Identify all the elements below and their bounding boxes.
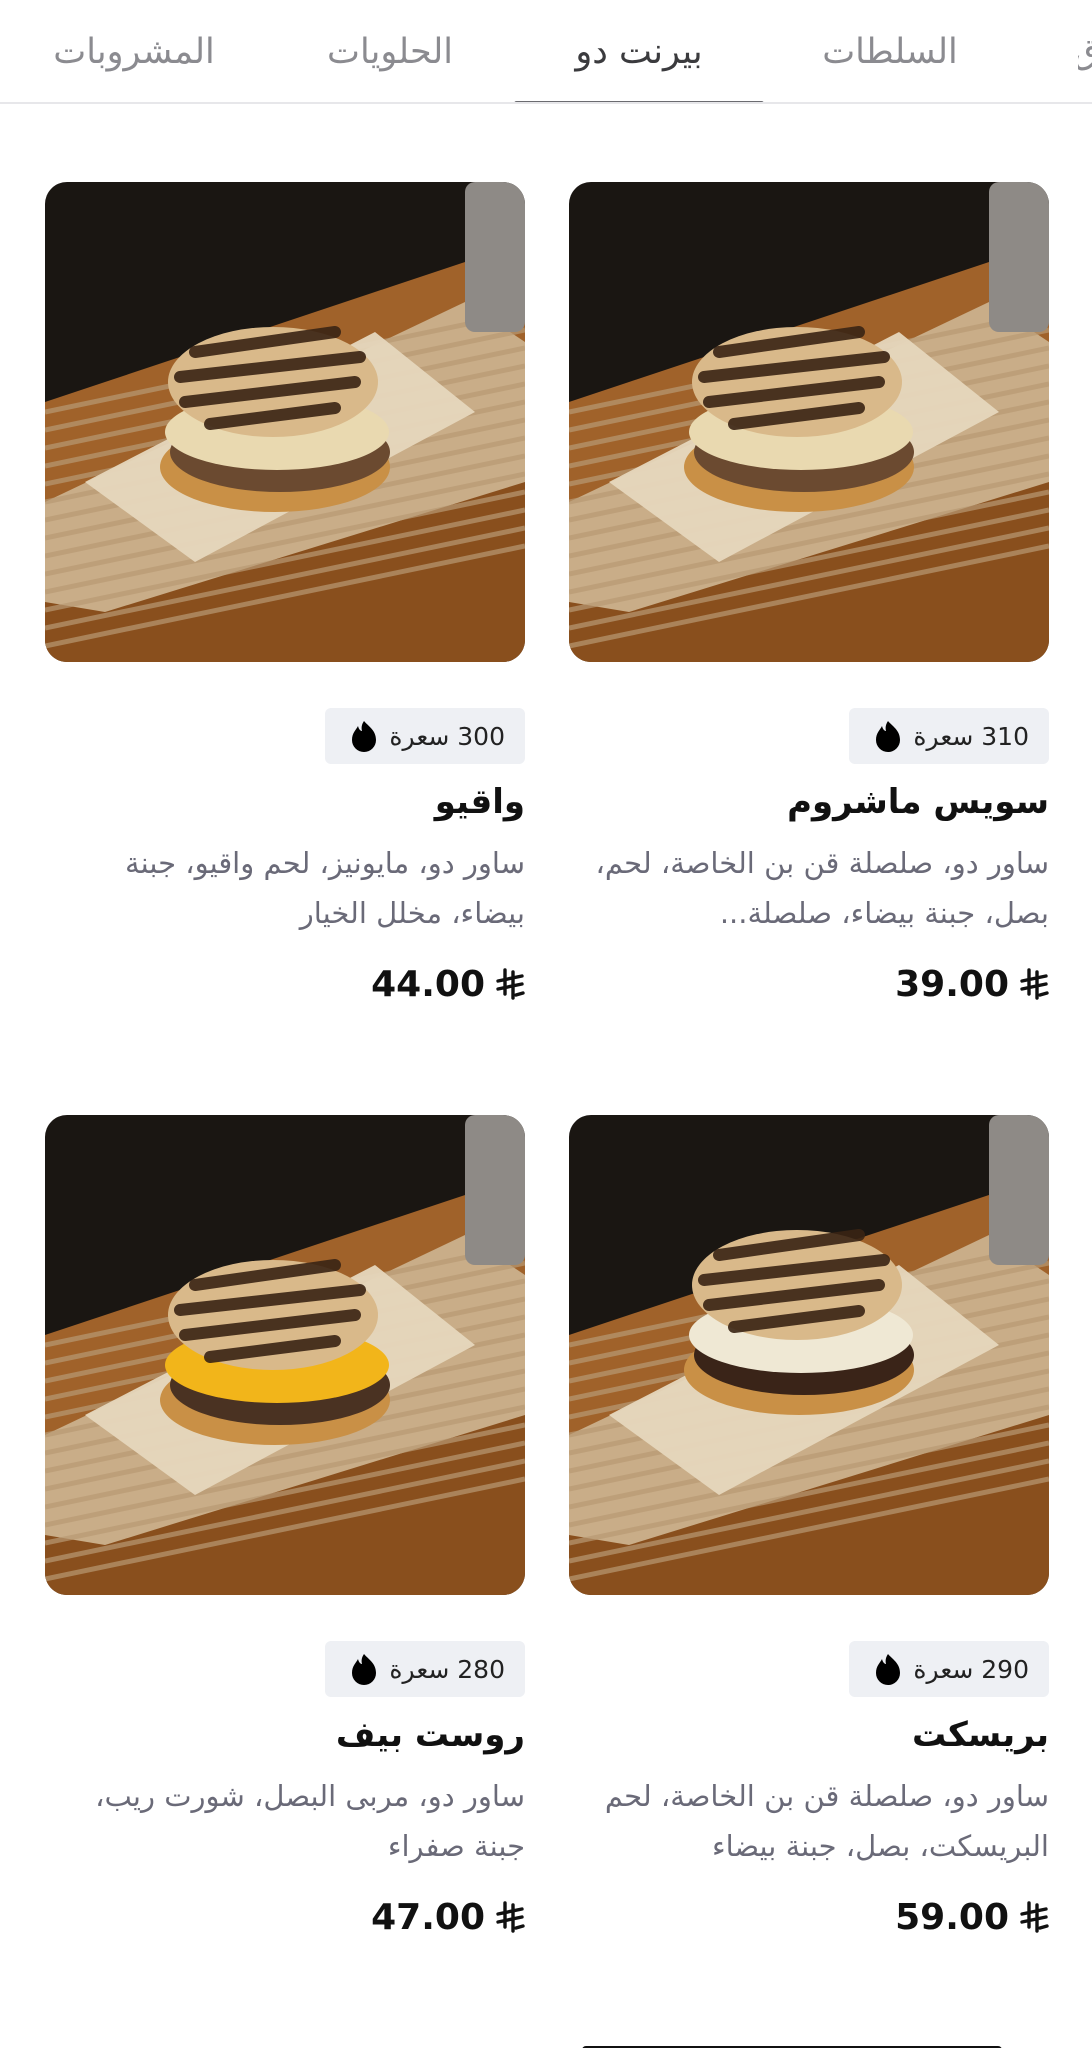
price-value: 59.00 bbox=[895, 1897, 1009, 1938]
price-value: 39.00 bbox=[895, 964, 1009, 1005]
menu-item-card[interactable]: 310 سعرة سويس ماشروم ساور دو، صلصلة قن ب… bbox=[569, 182, 1049, 1042]
item-name: سويس ماشروم bbox=[787, 782, 1049, 822]
category-tabs: ﻕ المشروبات الحلويات بيرنت دو السلطات bbox=[0, 0, 1092, 104]
item-description: ساور دو، مربى البصل، شورت ريب، جبنة صفرا… bbox=[95, 1779, 525, 1863]
item-photo[interactable] bbox=[45, 182, 525, 662]
calories-text: 310 سعرة bbox=[913, 721, 1029, 751]
item-description: ساور دو، مايونيز، لحم واقيو، جبنة بيضاء،… bbox=[125, 846, 525, 930]
item-photo[interactable] bbox=[569, 1115, 1049, 1595]
calories-badge: 280 سعرة bbox=[325, 1641, 525, 1697]
tab-partial-offscreen[interactable]: ﻕ bbox=[1078, 0, 1092, 102]
riyal-icon bbox=[496, 1900, 525, 1933]
tab-burnt-dough[interactable]: بيرنت دو bbox=[514, 0, 764, 102]
item-name: واقيو bbox=[434, 782, 525, 822]
price-value: 44.00 bbox=[371, 964, 485, 1005]
calories-text: 280 سعرة bbox=[389, 1654, 505, 1684]
tab-desserts[interactable]: الحلويات bbox=[310, 0, 470, 102]
item-name: بريسكت bbox=[911, 1715, 1049, 1755]
calories-text: 290 سعرة bbox=[913, 1654, 1029, 1684]
tab-salads[interactable]: السلطات bbox=[810, 0, 970, 102]
price-value: 47.00 bbox=[371, 1897, 485, 1938]
calories-badge: 300 سعرة bbox=[325, 708, 525, 764]
item-description: ساور دو، صلصلة قن بن الخاصة، لحم، بصل، ج… bbox=[595, 846, 1049, 930]
item-photo[interactable] bbox=[569, 182, 1049, 662]
menu-item-card[interactable]: 280 سعرة روست بيف ساور دو، مربى البصل، ش… bbox=[45, 1115, 525, 1975]
item-price: 59.00 bbox=[895, 1897, 1049, 1938]
riyal-icon bbox=[496, 967, 525, 1000]
flame-icon bbox=[352, 721, 377, 752]
flame-icon bbox=[352, 1654, 377, 1685]
flame-icon bbox=[876, 1654, 901, 1685]
item-name: روست بيف bbox=[335, 1715, 525, 1755]
item-description: ساور دو، صلصلة قن بن الخاصة، لحم البريسك… bbox=[604, 1779, 1049, 1863]
item-price: 39.00 bbox=[895, 964, 1049, 1005]
flame-icon bbox=[876, 721, 901, 752]
calories-badge: 290 سعرة bbox=[849, 1641, 1049, 1697]
calories-badge: 310 سعرة bbox=[849, 708, 1049, 764]
menu-item-card[interactable]: 290 سعرة بريسكت ساور دو، صلصلة قن بن الخ… bbox=[569, 1115, 1049, 1975]
riyal-icon bbox=[1020, 967, 1049, 1000]
item-price: 47.00 bbox=[371, 1897, 525, 1938]
menu-item-card[interactable]: 300 سعرة واقيو ساور دو، مايونيز، لحم واق… bbox=[45, 182, 525, 1042]
riyal-icon bbox=[1020, 1900, 1049, 1933]
tab-drinks[interactable]: المشروبات bbox=[44, 0, 224, 102]
item-photo[interactable] bbox=[45, 1115, 525, 1595]
item-price: 44.00 bbox=[371, 964, 525, 1005]
calories-text: 300 سعرة bbox=[389, 721, 505, 751]
